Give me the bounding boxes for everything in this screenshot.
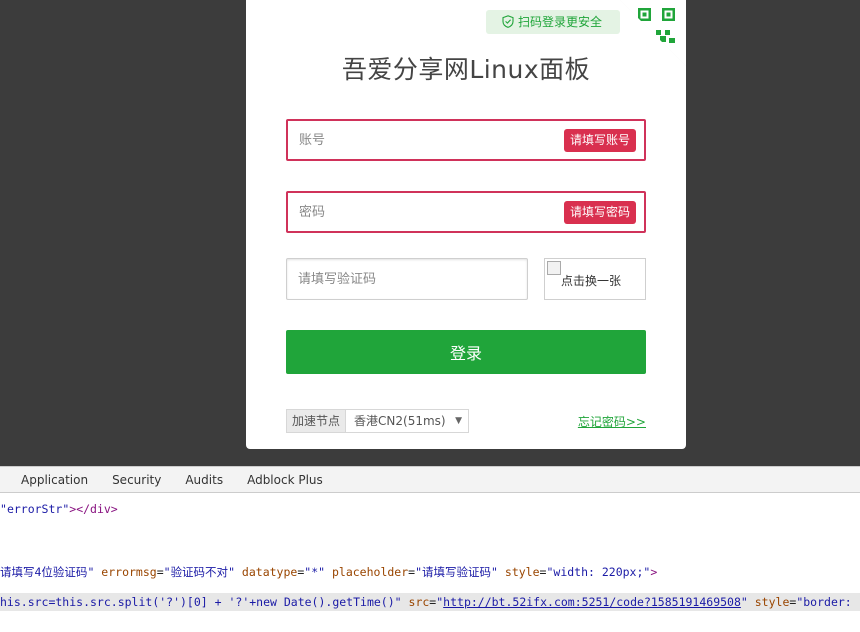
captcha-field [286, 258, 528, 300]
tab-application[interactable]: Application [21, 473, 88, 487]
code-line[interactable]: 请填写4位验证码" errormsg="验证码不对" datatype="*" … [0, 563, 860, 581]
tab-adblock-plus[interactable]: Adblock Plus [247, 473, 323, 487]
attr-name: errormsg [101, 565, 157, 579]
captcha-alt-text: 点击换一张 [561, 274, 622, 288]
code-line[interactable]: "errorStr"></div> [0, 500, 860, 518]
forgot-password-link[interactable]: 忘记密码>> [578, 413, 646, 430]
attr-value: errorStr [6, 502, 63, 516]
broken-image-icon [547, 261, 561, 275]
chevron-down-icon: ▼ [455, 416, 463, 426]
devtools-tabbar: Application Security Audits Adblock Plus [0, 466, 860, 493]
attr-value: 验证码不对 [170, 565, 229, 579]
login-card: 扫码登录更安全 吾爱分享网Linux面板 请填写账号 [246, 0, 686, 449]
password-error-badge: 请填写密码 [563, 201, 636, 224]
attr-value: his.src=this.src.split('?')[0] + '?'+new… [0, 595, 395, 609]
shield-icon [502, 15, 514, 28]
node-value-text: 香港CN2(51ms) [354, 414, 446, 428]
captcha-image[interactable]: 点击换一张 [544, 258, 646, 300]
attr-value: border: [803, 595, 852, 609]
captcha-input[interactable] [287, 259, 527, 299]
login-button[interactable]: 登录 [286, 330, 646, 374]
attr-name: placeholder [331, 565, 409, 579]
node-value[interactable]: 香港CN2(51ms) ▼ [346, 410, 469, 432]
attr-value: 请填写验证码 [422, 565, 492, 579]
attr-name: style [504, 565, 540, 579]
page-title: 吾爱分享网Linux面板 [341, 55, 591, 84]
qr-tip-label: 扫码登录更安全 [518, 15, 603, 29]
tag-close: ></div> [69, 502, 118, 516]
attr-name: datatype [241, 565, 298, 579]
src-link[interactable]: http://bt.52ifx.com:5251/code?1585191469… [443, 595, 741, 609]
node-select[interactable]: 加速节点 香港CN2(51ms) ▼ [286, 409, 470, 433]
qr-login-tip[interactable]: 扫码登录更安全 [486, 10, 626, 34]
attr-name: style [754, 595, 790, 609]
username-field: 请填写账号 [286, 119, 646, 161]
username-error-badge: 请填写账号 [563, 129, 636, 152]
tab-security[interactable]: Security [112, 473, 161, 487]
attr-value: width: 220px; [553, 565, 644, 579]
password-field: 请填写密码 [286, 191, 646, 233]
devtools-panel: Application Security Audits Adblock Plus… [0, 466, 860, 632]
attr-value: 请填写4位验证码 [0, 565, 88, 579]
tab-audits[interactable]: Audits [185, 473, 223, 487]
node-label: 加速节点 [287, 410, 347, 432]
code-line-selected[interactable]: his.src=this.src.split('?')[0] + '?'+new… [0, 593, 860, 611]
attr-name: src [408, 595, 430, 609]
